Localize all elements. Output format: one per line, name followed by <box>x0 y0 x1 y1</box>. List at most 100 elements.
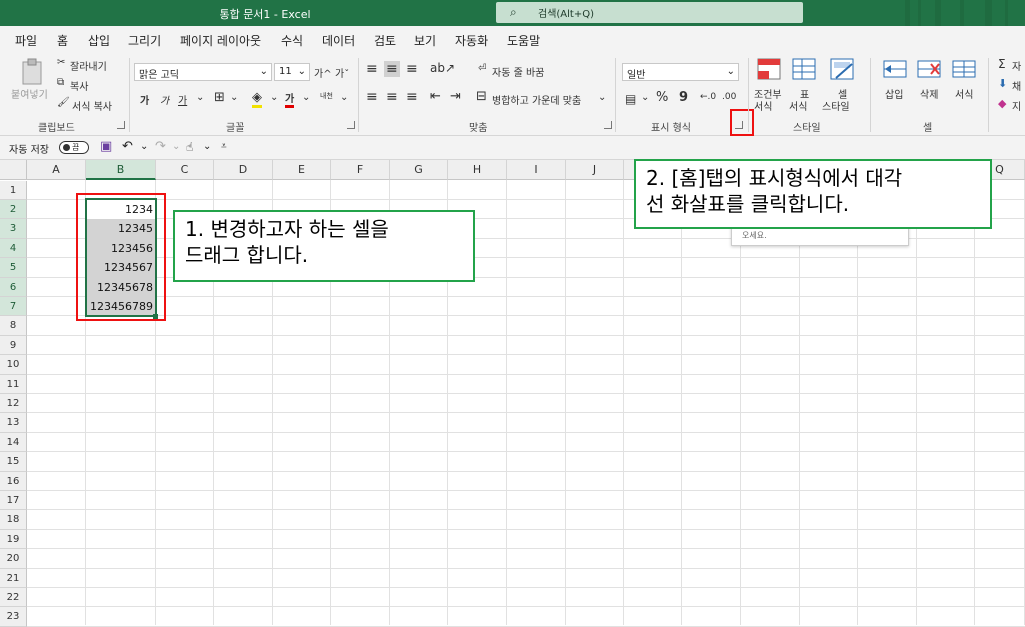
tab-insert[interactable]: 삽입 <box>88 32 110 49</box>
column-header-d[interactable]: D <box>214 160 273 180</box>
chevron-down-icon[interactable]: ⌄ <box>302 92 310 103</box>
decrease-decimal-button[interactable]: .00 <box>722 92 736 102</box>
italic-button[interactable]: 가 <box>160 92 169 107</box>
align-center-icon[interactable]: ≡ <box>386 89 398 105</box>
cut-button[interactable]: 잘라내기 <box>70 58 107 73</box>
orientation-icon[interactable]: ab↗ <box>430 61 455 75</box>
wrap-text-icon[interactable]: ⏎ <box>478 63 486 74</box>
row-header-22[interactable]: 22 <box>0 588 27 608</box>
font-name-dropdown[interactable]: 맑은 고딕 ⌄ <box>134 63 272 81</box>
chevron-down-icon[interactable]: ⌄ <box>270 92 278 103</box>
bold-button[interactable]: 가 <box>140 92 149 107</box>
row-header-9[interactable]: 9 <box>0 335 27 356</box>
format-cells-icon[interactable] <box>952 58 978 82</box>
chevron-down-icon[interactable]: ⌄ <box>641 92 649 103</box>
row-header-1[interactable]: 1 <box>0 180 27 200</box>
autosum-icon[interactable]: Σ <box>998 57 1006 71</box>
copy-button[interactable]: 복사 <box>70 78 88 93</box>
autosum-button[interactable]: 자 <box>1012 58 1021 73</box>
tab-help[interactable]: 도움말 <box>507 32 540 49</box>
column-header-a[interactable]: A <box>27 160 86 180</box>
row-header-19[interactable]: 19 <box>0 529 27 550</box>
format-painter-icon[interactable]: 🖌 <box>57 97 70 108</box>
undo-icon[interactable]: ↶ <box>122 139 133 154</box>
row-header-16[interactable]: 16 <box>0 471 27 491</box>
grow-font-button[interactable]: 가^ <box>314 65 332 80</box>
delete-cells-button[interactable]: 삭제 <box>920 86 938 101</box>
underline-button[interactable]: 가 <box>178 92 187 107</box>
delete-cells-icon[interactable] <box>917 58 943 82</box>
column-header-b[interactable]: B <box>86 160 156 180</box>
fill-color-icon[interactable]: ◈ <box>252 90 262 108</box>
number-format-dropdown[interactable]: 일반 ⌄ <box>622 63 739 81</box>
row-header-20[interactable]: 20 <box>0 549 27 569</box>
alignment-launcher-icon[interactable] <box>604 121 612 129</box>
fill-button[interactable]: 채 <box>1012 78 1021 93</box>
row-header-10[interactable]: 10 <box>0 355 27 375</box>
row-header-3[interactable]: 3 <box>0 219 27 239</box>
row-header-13[interactable]: 13 <box>0 413 27 433</box>
fill-icon[interactable]: ⬇ <box>998 77 1007 90</box>
tab-data[interactable]: 데이터 <box>322 32 355 49</box>
align-right-icon[interactable]: ≡ <box>406 89 418 105</box>
tab-page-layout[interactable]: 페이지 레이아웃 <box>180 32 261 49</box>
eraser-icon[interactable]: ◆ <box>998 97 1006 110</box>
chevron-down-icon[interactable]: ⌄ <box>598 92 606 103</box>
tab-file[interactable]: 파일 <box>15 32 37 49</box>
customize-qat-icon[interactable]: ⩡ <box>221 141 227 152</box>
shrink-font-button[interactable]: 가ˇ <box>335 65 349 80</box>
touch-mode-icon[interactable]: ☝ <box>186 140 193 154</box>
border-icon[interactable]: ⊞ <box>214 90 225 105</box>
chevron-down-icon[interactable]: ⌄ <box>172 141 180 152</box>
column-header-g[interactable]: G <box>390 160 448 180</box>
merge-icon[interactable]: ⊟ <box>476 89 487 104</box>
autosave-toggle[interactable]: 끔 <box>59 141 89 154</box>
column-header-c[interactable]: C <box>156 160 214 180</box>
phonetic-button[interactable]: 내천 <box>320 91 333 101</box>
percent-button[interactable]: % <box>656 90 668 105</box>
chevron-down-icon[interactable]: ⌄ <box>140 141 148 152</box>
redo-icon[interactable]: ↷ <box>155 139 166 154</box>
column-header-e[interactable]: E <box>273 160 331 180</box>
conditional-formatting-icon[interactable] <box>757 58 783 82</box>
row-header-12[interactable]: 12 <box>0 394 27 414</box>
font-launcher-icon[interactable] <box>347 121 355 129</box>
row-header-15[interactable]: 15 <box>0 452 27 472</box>
row-header-7[interactable]: 7 <box>0 297 27 317</box>
tab-review[interactable]: 검토 <box>374 32 396 49</box>
row-header-5[interactable]: 5 <box>0 258 27 278</box>
align-bottom-icon[interactable]: ≡ <box>406 61 418 77</box>
select-all-corner[interactable] <box>0 160 27 180</box>
row-header-17[interactable]: 17 <box>0 491 27 511</box>
row-header-23[interactable]: 23 <box>0 607 27 627</box>
align-middle-icon[interactable]: ≡ <box>384 61 400 77</box>
clear-button[interactable]: 지 <box>1012 98 1021 113</box>
row-header-18[interactable]: 18 <box>0 510 27 530</box>
format-cells-button[interactable]: 서식 <box>955 86 973 101</box>
format-painter-button[interactable]: 서식 복사 <box>72 98 112 113</box>
chevron-down-icon[interactable]: ⌄ <box>203 141 211 152</box>
row-header-21[interactable]: 21 <box>0 568 27 588</box>
font-color-button[interactable]: 가 <box>285 90 295 108</box>
wrap-text-button[interactable]: 자동 줄 바꿈 <box>492 64 544 79</box>
tab-automate[interactable]: 자동화 <box>455 32 488 49</box>
decrease-indent-icon[interactable]: ⇤ <box>430 89 441 104</box>
row-header-2[interactable]: 2 <box>0 200 27 220</box>
tab-formulas[interactable]: 수식 <box>281 32 303 49</box>
paste-icon[interactable] <box>20 58 46 86</box>
tab-view[interactable]: 보기 <box>414 32 436 49</box>
save-icon[interactable]: ▣ <box>100 139 112 154</box>
copy-icon[interactable]: ⧉ <box>57 77 64 88</box>
column-header-j[interactable]: J <box>566 160 624 180</box>
row-header-14[interactable]: 14 <box>0 432 27 453</box>
clipboard-launcher-icon[interactable] <box>117 121 125 129</box>
cell-styles-icon[interactable] <box>830 58 856 82</box>
column-header-f[interactable]: F <box>331 160 390 180</box>
merge-center-button[interactable]: 병합하고 가운데 맞춤 <box>492 92 581 107</box>
format-as-table-icon[interactable] <box>792 58 818 82</box>
comma-button[interactable]: 9 <box>679 90 688 105</box>
tab-draw[interactable]: 그리기 <box>128 32 161 49</box>
increase-indent-icon[interactable]: ⇥ <box>450 89 461 104</box>
row-header-4[interactable]: 4 <box>0 238 27 259</box>
align-left-icon[interactable]: ≡ <box>366 89 378 105</box>
